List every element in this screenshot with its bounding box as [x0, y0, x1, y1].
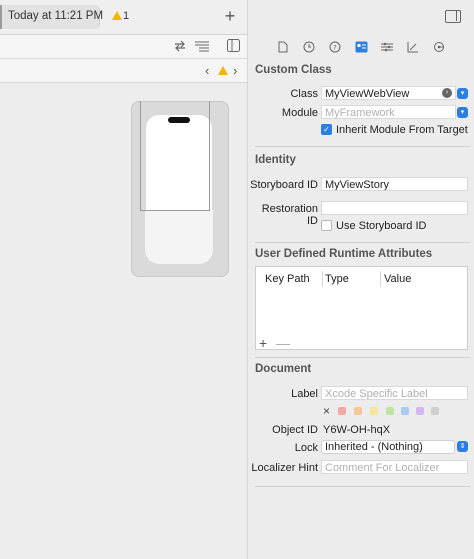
inspector-toggle-icon[interactable]: [445, 10, 461, 23]
document-title: Document: [255, 363, 312, 375]
identity-title: Identity: [255, 154, 296, 166]
swap-icon[interactable]: [174, 40, 186, 52]
divider: [255, 486, 470, 487]
add-attribute-button[interactable]: +: [259, 335, 267, 351]
history-icon[interactable]: [303, 41, 315, 53]
device-lower-area: [145, 210, 213, 264]
module-field[interactable]: MyFramework: [321, 105, 456, 119]
custom-class-title: Custom Class: [255, 64, 332, 76]
purple-swatch[interactable]: [416, 407, 424, 415]
localizer-hint-field[interactable]: Comment For Localizer: [321, 460, 468, 474]
value-column-header[interactable]: Value: [384, 273, 411, 285]
label-field[interactable]: Xcode Specific Label: [321, 386, 468, 400]
editor-area: Today at 11:21 PM 1 + ‹ ›: [0, 0, 247, 559]
inspector-tabs: ?: [248, 35, 474, 59]
runtime-attributes-table[interactable]: Key Path Type Value + —: [255, 266, 468, 351]
runtime-attributes-title: User Defined Runtime Attributes: [255, 248, 433, 260]
object-id-value: Y6W-OH-hqX: [323, 424, 391, 436]
gray-swatch[interactable]: [431, 407, 439, 415]
lock-dropdown-icon[interactable]: ⇕: [457, 441, 468, 452]
module-label: Module: [281, 107, 318, 119]
storyboard-id-field[interactable]: MyViewStory: [321, 177, 468, 191]
module-dropdown-icon[interactable]: ▾: [457, 107, 468, 118]
class-dropdown-icon[interactable]: ▾: [457, 88, 468, 99]
restoration-id-label: Restoration ID: [261, 203, 318, 227]
localizer-hint-label: Localizer Hint: [251, 462, 318, 474]
jump-forward-button[interactable]: ›: [233, 63, 237, 78]
connections-icon[interactable]: [433, 41, 445, 53]
use-storyboard-id-label: Use Storyboard ID: [336, 220, 427, 232]
status-text: Today at 11:21 PM: [8, 10, 104, 22]
inherit-module-label: Inherit Module From Target: [336, 124, 468, 136]
class-field[interactable]: MyViewWebView: [321, 86, 456, 100]
split-editor-icon[interactable]: [227, 39, 240, 52]
green-swatch[interactable]: [386, 407, 394, 415]
jump-bar: ‹ ›: [0, 59, 247, 83]
clear-color-icon[interactable]: ×: [323, 404, 330, 418]
remove-attribute-button[interactable]: —: [276, 335, 290, 351]
activity-status[interactable]: Today at 11:21 PM: [0, 5, 104, 29]
warning-icon[interactable]: [112, 11, 122, 20]
warning-count[interactable]: 1: [123, 10, 129, 22]
blue-swatch[interactable]: [401, 407, 409, 415]
identity-icon[interactable]: [355, 41, 368, 53]
svg-text:?: ?: [333, 44, 337, 52]
help-icon[interactable]: ?: [329, 41, 341, 53]
type-column-header[interactable]: Type: [325, 273, 349, 285]
object-id-label: Object ID: [272, 424, 318, 436]
inherit-module-checkbox[interactable]: ✓: [321, 124, 332, 135]
restoration-id-field[interactable]: [321, 201, 468, 215]
column-separator: [380, 271, 381, 287]
attributes-icon[interactable]: [381, 41, 393, 53]
column-separator: [322, 271, 323, 287]
size-icon[interactable]: [407, 41, 419, 53]
jump-back-button[interactable]: ‹: [205, 63, 209, 78]
lock-label: Lock: [294, 442, 318, 454]
divider: [255, 357, 470, 358]
label-label: Label: [291, 388, 318, 400]
class-label: Class: [290, 88, 318, 100]
yellow-swatch[interactable]: [370, 407, 378, 415]
lock-popup[interactable]: Inherited - (Nothing): [321, 440, 455, 454]
jumpbar-warning-icon[interactable]: [218, 66, 228, 75]
key-path-column-header[interactable]: Key Path: [265, 273, 310, 285]
inspector-panel: ? Custom Class Class MyViewWebView › ▾ M…: [247, 0, 474, 559]
add-button[interactable]: +: [222, 6, 238, 26]
lines-icon[interactable]: [195, 40, 209, 52]
toolbar: Today at 11:21 PM 1 +: [0, 0, 247, 35]
use-storyboard-id-checkbox[interactable]: [321, 220, 332, 231]
selected-view-frame[interactable]: [140, 101, 210, 211]
divider: [255, 146, 470, 147]
orange-swatch[interactable]: [354, 407, 362, 415]
file-icon[interactable]: [278, 41, 288, 53]
status-divider: [0, 5, 2, 29]
divider: [255, 242, 470, 243]
red-swatch[interactable]: [338, 407, 346, 415]
class-jump-icon[interactable]: ›: [442, 88, 452, 98]
editor-options-bar: [0, 35, 247, 59]
storyboard-id-label: Storyboard ID: [250, 179, 318, 191]
